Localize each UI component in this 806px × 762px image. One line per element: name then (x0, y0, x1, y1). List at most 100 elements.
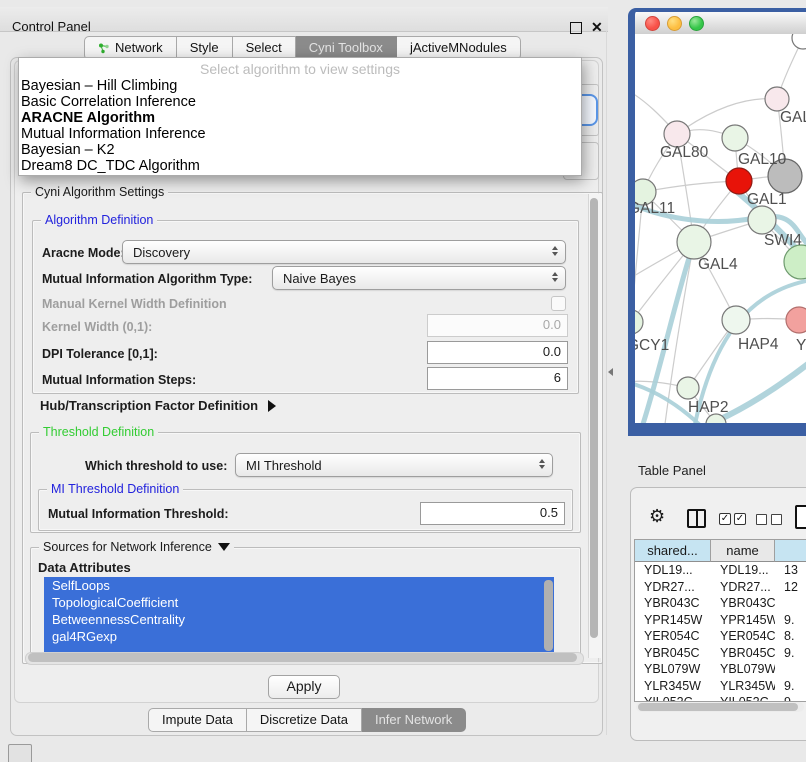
hub-definition-expander[interactable]: Hub/Transcription Factor Definition (40, 398, 276, 413)
table-row[interactable]: YBR045CYBR045C9. (635, 645, 806, 662)
aracne-mode-combobox[interactable]: Discovery (122, 240, 566, 264)
network-window-titlebar[interactable] (635, 12, 806, 35)
table-body: YDL19...YDL19...13YDR27...YDR27...12YBR0… (635, 562, 806, 702)
minimize-traffic-light-icon[interactable] (667, 16, 682, 31)
algorithm-option-mutual-information-inference[interactable]: Mutual Information Inference (19, 126, 581, 142)
network-node[interactable] (722, 125, 748, 151)
table-row[interactable]: YBL079WYBL079W (635, 661, 806, 678)
algorithm-option-basic-correlation-inference[interactable]: Basic Correlation Inference (19, 94, 581, 110)
table-row[interactable]: YDR27...YDR27...12 (635, 579, 806, 596)
algorithm-option-bayesian-hill-climbing[interactable]: Bayesian – Hill Climbing (19, 78, 581, 94)
attribute-item-topologicalcoefficient[interactable]: TopologicalCoefficient (44, 594, 554, 611)
settings-scrollbar-thumb[interactable] (590, 198, 598, 638)
table-cell: YDL19... (635, 562, 711, 579)
table-panel-title: Table Panel (638, 463, 706, 478)
close-traffic-light-icon[interactable] (645, 16, 660, 31)
network-node[interactable] (722, 306, 750, 334)
table-cell: YPR145W (711, 612, 775, 629)
mi-steps-field[interactable]: 6 (427, 367, 568, 390)
manual-kernel-checkbox (551, 296, 566, 311)
split-columns-icon[interactable] (687, 509, 706, 528)
data-attributes-list[interactable]: SelfLoopsTopologicalCoefficientBetweenne… (44, 577, 554, 654)
triangle-down-icon[interactable] (218, 543, 230, 551)
manual-kernel-label: Manual Kernel Width Definition (42, 297, 227, 311)
unchecked-box-icon[interactable] (771, 514, 782, 525)
document-icon[interactable] (795, 505, 806, 529)
node-label-hap2: HAP2 (688, 399, 729, 416)
algorithm-option-dream8-dc-tdc-algorithm[interactable]: Dream8 DC_TDC Algorithm (19, 158, 581, 174)
table-cell: YDR27... (711, 579, 775, 596)
close-panel-icon[interactable] (591, 19, 603, 36)
splitter-collapse-icon[interactable] (608, 368, 613, 376)
dpi-tolerance-field[interactable]: 0.0 (427, 341, 568, 364)
float-panel-icon[interactable] (570, 22, 582, 34)
table-cell: YLR345W (711, 678, 775, 695)
table-row[interactable]: YLR345WYLR345W9. (635, 678, 806, 695)
table-row[interactable]: YER054CYER054C8. (635, 628, 806, 645)
node-label-hap4: HAP4 (738, 336, 779, 353)
network-node[interactable] (792, 34, 806, 49)
zoom-traffic-light-icon[interactable] (689, 16, 704, 31)
node-table: shared...name YDL19...YDL19...13YDR27...… (634, 539, 806, 702)
network-node[interactable] (765, 87, 789, 111)
table-cell: 9. (775, 678, 806, 695)
checked-box-icon[interactable] (734, 513, 746, 525)
network-node[interactable] (748, 206, 776, 234)
bottom-tab-discretize-data[interactable]: Discretize Data (247, 708, 362, 732)
bottom-tab-impute-data[interactable]: Impute Data (148, 708, 247, 732)
collapsed-panel-icon[interactable] (8, 744, 32, 762)
attribute-item-selfloops[interactable]: SelfLoops (44, 577, 554, 594)
sources-group-title-row: Sources for Network Inference (39, 540, 234, 554)
attribute-item-betweennesscentrality[interactable]: BetweennessCentrality (44, 611, 554, 628)
checked-box-icon[interactable] (719, 513, 731, 525)
which-threshold-combobox[interactable]: MI Threshold (235, 453, 553, 477)
table-row[interactable]: YDL19...YDL19...13 (635, 562, 806, 579)
kernel-width-label: Kernel Width (0,1): (42, 320, 152, 334)
algorithm-option-aracne-algorithm[interactable]: ARACNE Algorithm (19, 110, 581, 126)
algorithm-dropdown-popup: Select algorithm to view settings Bayesi… (18, 57, 582, 176)
table-cell: YER054C (711, 628, 775, 645)
mi-algorithm-type-value: Naive Bayes (283, 271, 356, 286)
table-cell: YIL052C (711, 694, 775, 702)
hub-definition-label: Hub/Transcription Factor Definition (40, 398, 258, 413)
table-row[interactable]: YBR043CYBR043C (635, 595, 806, 612)
apply-button[interactable]: Apply (268, 675, 340, 699)
network-node[interactable] (677, 377, 699, 399)
which-threshold-label: Which threshold to use: (85, 459, 227, 473)
attributes-scrollbar-thumb[interactable] (544, 580, 553, 651)
mi-threshold-field[interactable]: 0.5 (420, 502, 565, 525)
mi-threshold-definition-title: MI Threshold Definition (47, 482, 183, 496)
table-cell: YBR045C (635, 645, 711, 662)
algorithm-option-bayesian-k2[interactable]: Bayesian – K2 (19, 142, 581, 158)
table-horizontal-scrollbar-thumb[interactable] (638, 703, 798, 711)
column-header-shared[interactable]: shared... (635, 540, 711, 562)
algorithm-definition-title: Algorithm Definition (41, 213, 157, 227)
mi-algorithm-type-combobox[interactable]: Naive Bayes (272, 266, 566, 290)
network-node[interactable] (786, 307, 806, 333)
stepper-icon (539, 459, 545, 469)
bottom-tab-infer-network[interactable]: Infer Network (362, 708, 466, 732)
gear-icon[interactable] (649, 506, 665, 527)
node-label-y: Y (796, 337, 806, 354)
attribute-item-gal4rgexp[interactable]: gal4RGexp (44, 628, 554, 645)
network-node[interactable] (635, 310, 643, 334)
table-row[interactable]: YPR145WYPR145W9. (635, 612, 806, 629)
node-label-gal4: GAL4 (698, 256, 738, 273)
column-header-col2[interactable] (775, 540, 806, 562)
horizontal-scrollbar-thumb[interactable] (28, 653, 577, 662)
network-node[interactable] (677, 225, 711, 259)
table-row[interactable]: YIL052CYIL052C9 (635, 694, 806, 702)
network-icon (98, 42, 110, 54)
control-panel-title: Control Panel (12, 19, 91, 34)
network-node[interactable] (784, 245, 806, 279)
unchecked-box-icon[interactable] (756, 514, 767, 525)
application-window: Control Panel NetworkStyleSelectCyni Too… (0, 0, 806, 762)
algorithm-popup-list: Bayesian – Hill ClimbingBasic Correlatio… (19, 78, 581, 174)
table-cell (775, 595, 806, 612)
tab-label: Impute Data (162, 709, 233, 731)
column-header-name[interactable]: name (711, 540, 775, 562)
sources-title: Sources for Network Inference (43, 540, 212, 554)
network-canvas[interactable]: GALGAL80GAL10GAL1GAL11SWI4GAL4GCY1HAP4YH… (635, 34, 806, 423)
tab-label: Style (190, 37, 219, 59)
node-label-gal10: GAL10 (738, 151, 787, 168)
